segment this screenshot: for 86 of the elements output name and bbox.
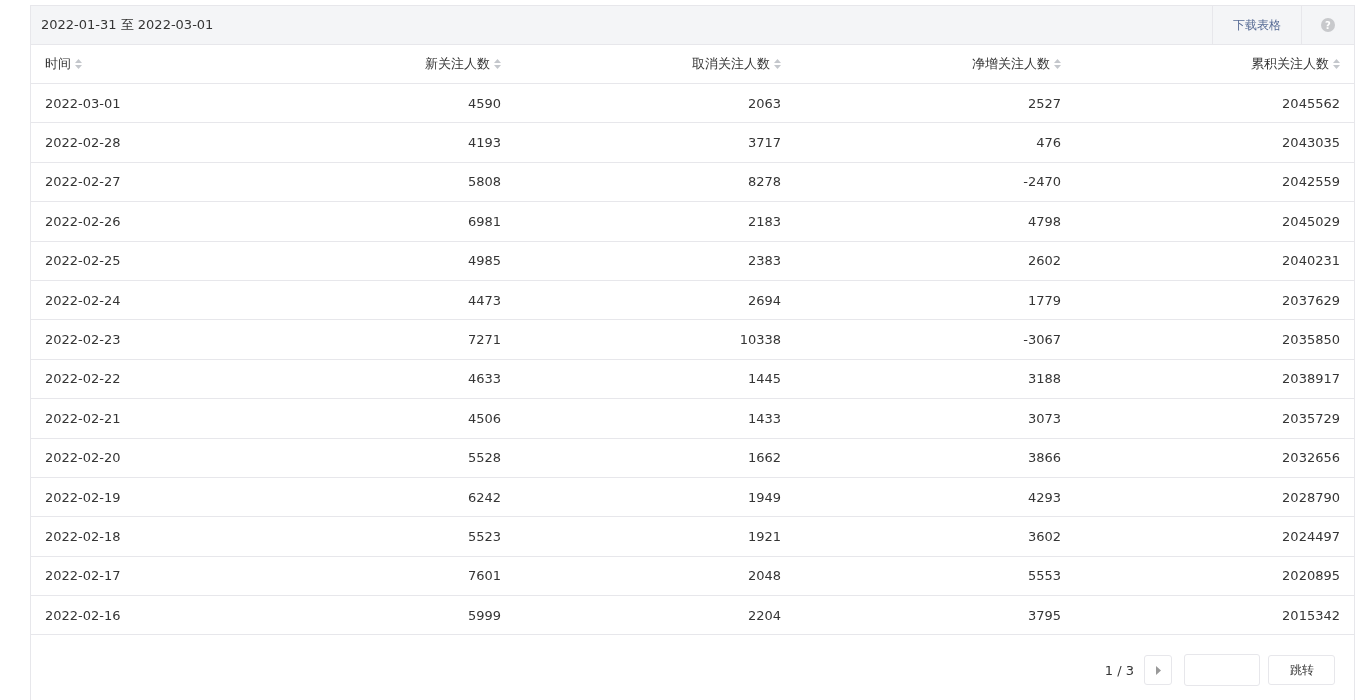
sort-icon[interactable] (1333, 59, 1340, 69)
table-cell: 7271 (467, 332, 501, 348)
column-header[interactable]: 新关注人数 (425, 55, 490, 73)
sort-icon[interactable] (1054, 59, 1061, 69)
table-cell: 2042559 (1282, 174, 1340, 190)
table-cell: 5528 (467, 450, 501, 466)
jump-button[interactable]: 跳转 (1268, 655, 1335, 686)
table-cell: 2602 (1027, 253, 1061, 269)
table-cell: 2038917 (1282, 371, 1340, 387)
table-cell: 1662 (747, 450, 781, 466)
table-cell: -2470 (1023, 174, 1061, 190)
table-cell: 2040231 (1282, 253, 1340, 269)
table-cell: 2022-02-26 (45, 213, 121, 229)
column-header[interactable]: 累积关注人数 (1251, 55, 1329, 73)
table-cell: 1779 (1027, 292, 1061, 308)
table-cell: -3067 (1023, 332, 1061, 348)
column-header[interactable]: 净增关注人数 (972, 55, 1050, 73)
table-cell: 3717 (747, 135, 781, 151)
table-cell: 2022-02-24 (45, 292, 121, 308)
table-cell: 4293 (1027, 489, 1061, 505)
table-cell: 2022-02-20 (45, 450, 121, 466)
table-cell: 2015342 (1282, 607, 1340, 623)
table-cell: 2020895 (1282, 568, 1340, 584)
table-cell: 2022-02-16 (45, 607, 121, 623)
next-page-button[interactable] (1144, 655, 1172, 686)
table-cell: 2035850 (1282, 332, 1340, 348)
table-cell: 1921 (747, 529, 781, 544)
sort-icon[interactable] (75, 59, 82, 69)
table-cell: 2024497 (1282, 529, 1340, 544)
table-cell: 6981 (467, 213, 501, 229)
table-cell: 8278 (747, 174, 781, 190)
table-cell: 2022-03-01 (45, 95, 121, 111)
table-cell: 2022-02-25 (45, 253, 121, 269)
table-cell: 4473 (467, 292, 501, 308)
table-cell: 2037629 (1282, 292, 1340, 308)
table-cell: 2022-02-23 (45, 332, 121, 348)
table-cell: 2022-02-19 (45, 489, 121, 505)
table-cell: 5523 (467, 529, 501, 544)
table-cell: 3188 (1027, 371, 1061, 387)
table-cell: 2204 (747, 607, 781, 623)
table-cell: 2383 (747, 253, 781, 269)
table-cell: 2183 (747, 213, 781, 229)
page-input[interactable] (1184, 654, 1260, 687)
date-range: 2022-01-31 至 2022-03-01 (40, 16, 215, 34)
table-cell: 5553 (1027, 568, 1061, 584)
page-indicator: 1 / 3 (1104, 662, 1134, 678)
table-cell: 1433 (747, 410, 781, 426)
table-cell: 476 (1036, 135, 1061, 151)
table-cell: 2527 (1027, 95, 1061, 111)
table-cell: 3866 (1027, 450, 1061, 466)
table-cell: 2035729 (1282, 410, 1340, 426)
table-cell: 10338 (739, 332, 781, 348)
table-cell: 4633 (467, 371, 501, 387)
sort-icon[interactable] (774, 59, 781, 69)
table-cell: 2032656 (1282, 450, 1340, 466)
sort-icon[interactable] (494, 59, 501, 69)
table-cell: 2694 (747, 292, 781, 308)
table-cell: 3602 (1027, 529, 1061, 544)
table-cell: 2022-02-28 (45, 135, 121, 151)
table-cell: 4985 (467, 253, 501, 269)
table-cell: 5999 (467, 607, 501, 623)
table-cell: 4506 (467, 410, 501, 426)
table-cell: 2022-02-18 (45, 529, 121, 544)
table-cell: 4590 (467, 95, 501, 111)
table-cell: 2045562 (1282, 95, 1340, 111)
table-cell: 2022-02-21 (45, 410, 121, 426)
table-cell: 2043035 (1282, 135, 1340, 151)
table-cell: 2022-02-17 (45, 568, 121, 584)
table-cell: 4193 (467, 135, 501, 151)
table-cell: 2028790 (1282, 489, 1340, 505)
table-cell: 5808 (467, 174, 501, 190)
table-cell: 4798 (1027, 213, 1061, 229)
table-cell: 1949 (747, 489, 781, 505)
column-header[interactable]: 取消关注人数 (692, 55, 770, 73)
table-cell: 1445 (747, 371, 781, 387)
play-icon (1155, 665, 1161, 675)
table-cell: 2045029 (1282, 213, 1340, 229)
table-cell: 3073 (1027, 410, 1061, 426)
column-header[interactable]: 时间 (45, 55, 71, 73)
table-cell: 7601 (467, 568, 501, 584)
table-cell: 6242 (467, 489, 501, 505)
table-cell: 2022-02-22 (45, 371, 121, 387)
table-cell: 2022-02-27 (45, 174, 121, 190)
table-cell: 2063 (747, 95, 781, 111)
table-cell: 3795 (1027, 607, 1061, 623)
table-cell: 2048 (747, 568, 781, 584)
